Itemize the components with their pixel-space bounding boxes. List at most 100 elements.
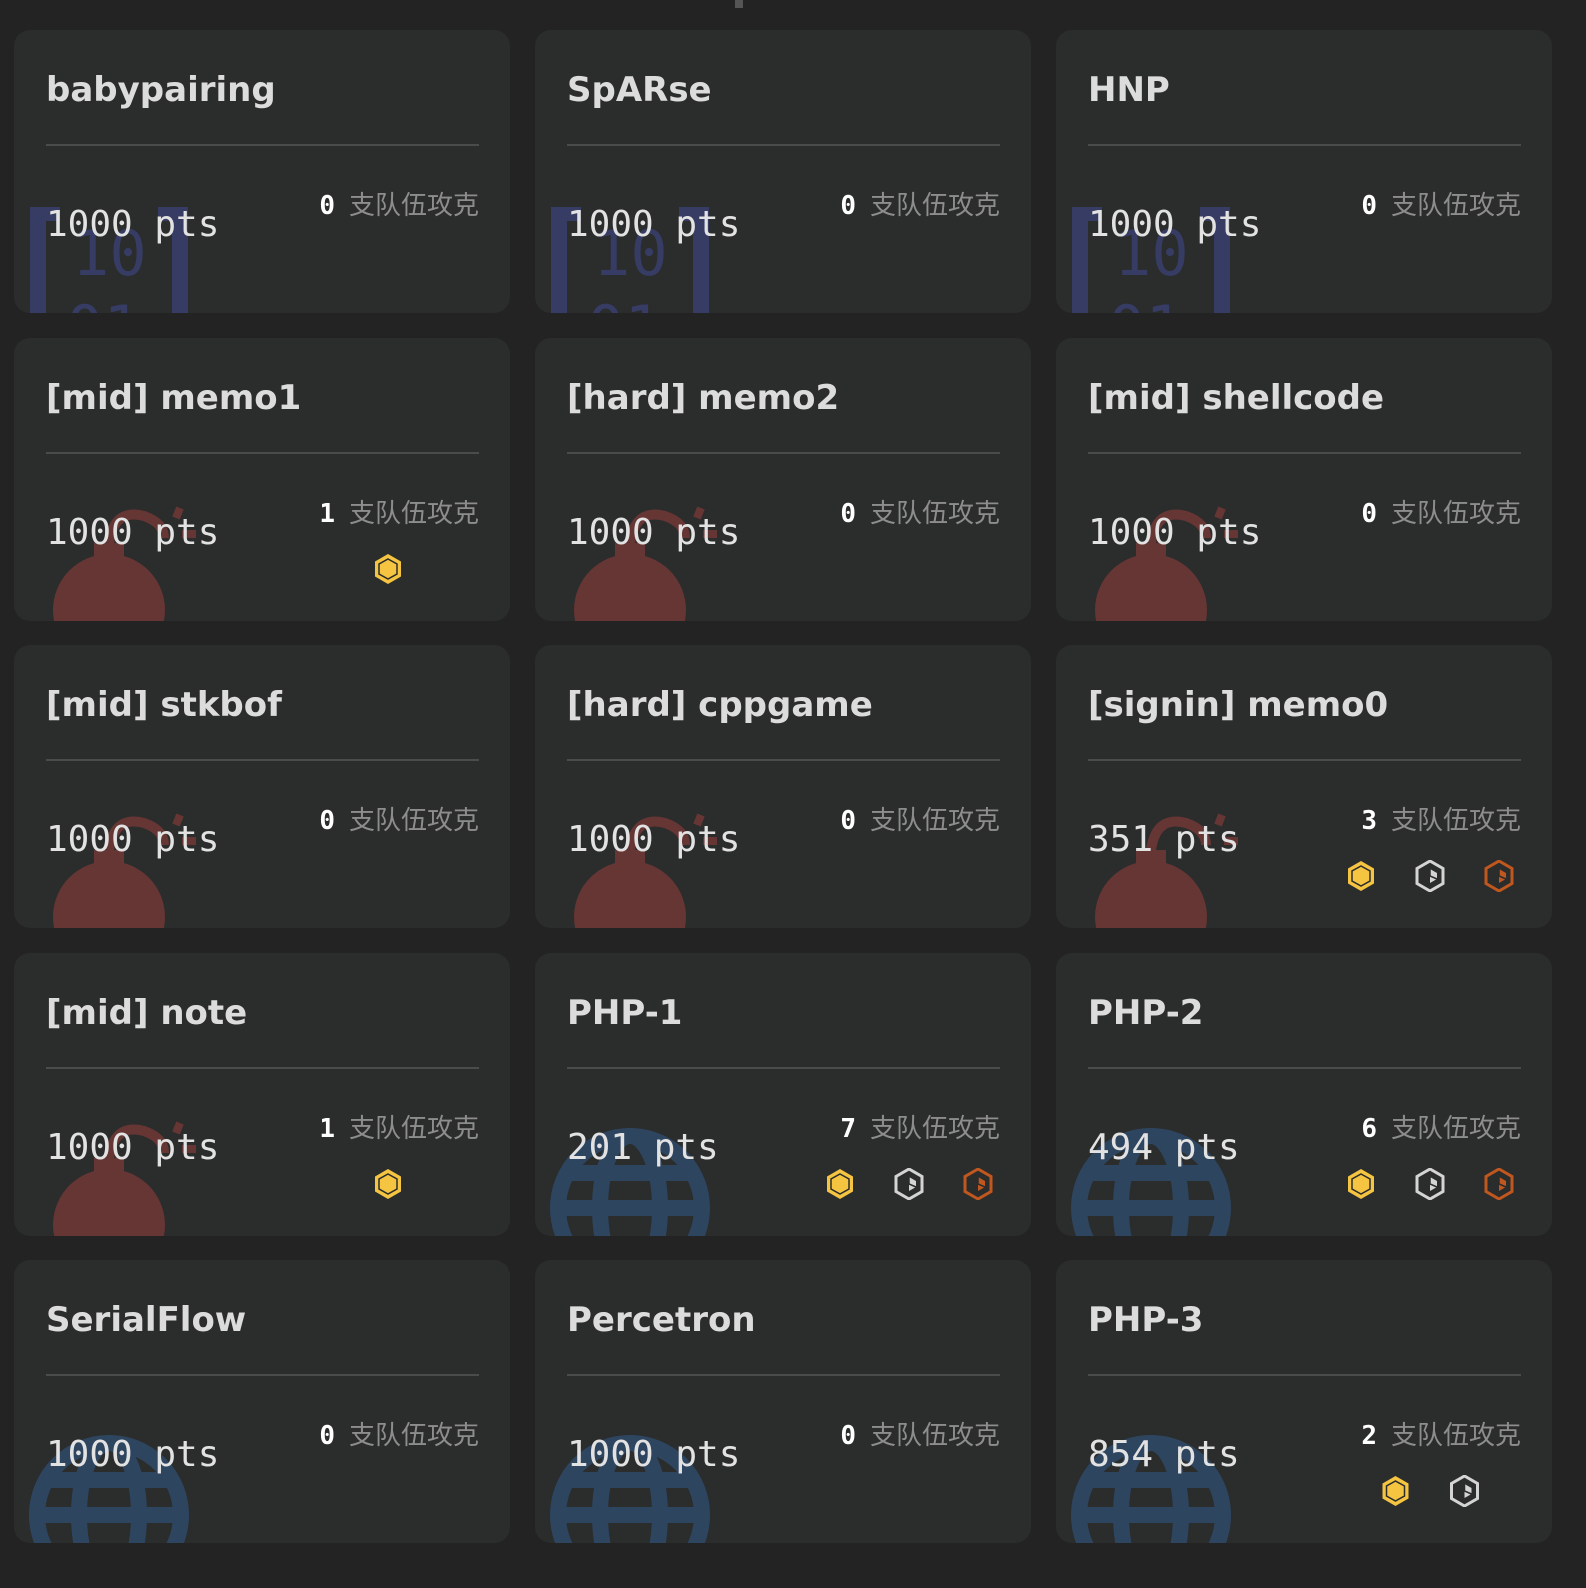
gold-medal-icon (1346, 860, 1376, 896)
gold-medal-icon (1381, 1475, 1411, 1511)
divider (46, 1374, 479, 1376)
solve-count-label: 支队伍攻克 (348, 1421, 479, 1451)
challenge-card[interactable]: [hard] memo2 1000 pts 0 支队伍攻克 (535, 338, 1031, 621)
solve-count: 0 支队伍攻克 (840, 185, 1000, 222)
solve-count-label: 支队伍攻克 (869, 1114, 1000, 1144)
challenge-points: 1000 pts (46, 1127, 220, 1168)
challenge-card[interactable]: PHP-2 494 pts 6 支队伍攻克 (1056, 953, 1552, 1236)
solve-count-label: 支队伍攻克 (1390, 806, 1521, 836)
bronze-medal-icon (1484, 859, 1514, 896)
medal-list (825, 1167, 993, 1204)
solve-count-label: 支队伍攻克 (348, 499, 479, 529)
gold-medal-icon (373, 553, 403, 589)
solve-count: 1 支队伍攻克 (319, 493, 479, 530)
svg-text:01: 01 (587, 292, 662, 313)
challenge-points: 494 pts (1088, 1127, 1240, 1168)
divider (1088, 144, 1521, 146)
solve-count-number: 0 (319, 191, 335, 221)
challenge-title: PHP-3 (1088, 1300, 1204, 1340)
challenge-card[interactable]: SerialFlow 1000 pts 0 支队伍攻克 (14, 1260, 510, 1543)
medal-list (1381, 1474, 1480, 1511)
divider (46, 144, 479, 146)
challenge-title: babypairing (46, 70, 276, 110)
solve-count-label: 支队伍攻克 (1390, 1114, 1521, 1144)
silver-medal-icon (1450, 1474, 1480, 1511)
challenge-title: [hard] memo2 (567, 378, 840, 418)
bronze-medal-icon (963, 1167, 993, 1204)
divider (567, 1374, 1000, 1376)
challenge-card[interactable]: [hard] cppgame 1000 pts 0 支队伍攻克 (535, 645, 1031, 928)
challenge-points: 1000 pts (46, 1434, 220, 1475)
challenge-title: [mid] memo1 (46, 378, 302, 418)
challenge-card[interactable]: 1001 babypairing 1000 pts 0支队伍攻克 (14, 30, 510, 313)
challenge-card[interactable]: [mid] note 1000 pts 1 支队伍攻克 (14, 953, 510, 1236)
challenge-points: 1000 pts (46, 512, 220, 553)
divider (1088, 452, 1521, 454)
challenge-title: [mid] note (46, 993, 248, 1033)
solve-count-label: 支队伍攻克 (348, 1114, 479, 1144)
challenge-card[interactable]: [mid] stkbof 1000 pts 0 支队伍攻克 (14, 645, 510, 928)
challenge-title: PHP-1 (567, 993, 683, 1033)
challenge-card[interactable]: PHP-3 854 pts 2 支队伍攻克 (1056, 1260, 1552, 1543)
solve-count: 3 支队伍攻克 (1361, 800, 1521, 837)
solve-count-label: 支队伍攻克 (869, 806, 1000, 836)
silver-medal-icon (1415, 1167, 1445, 1204)
challenge-card[interactable]: 1001 SpARse 1000 pts 0支队伍攻克 (535, 30, 1031, 313)
challenge-card[interactable]: 1001 HNP 1000 pts 0支队伍攻克 (1056, 30, 1552, 313)
divider (1088, 1374, 1521, 1376)
solve-count-number: 1 (319, 1114, 335, 1144)
scrollbar-thumb[interactable] (735, 0, 743, 8)
solve-count-label: 支队伍攻克 (1390, 191, 1521, 221)
solve-count-label: 支队伍攻克 (869, 191, 1000, 221)
challenge-card[interactable]: Percetron 1000 pts 0 支队伍攻克 (535, 1260, 1031, 1543)
challenge-points: 1000 pts (567, 819, 741, 860)
challenge-title: SerialFlow (46, 1300, 247, 1340)
solve-count: 0 支队伍攻克 (319, 800, 479, 837)
silver-medal-icon (1415, 859, 1445, 896)
divider (46, 452, 479, 454)
divider (1088, 759, 1521, 761)
solve-count-label: 支队伍攻克 (869, 1421, 1000, 1451)
divider (46, 759, 479, 761)
challenge-title: Percetron (567, 1300, 756, 1340)
challenge-card[interactable]: [signin] memo0 351 pts 3 支队伍攻克 (1056, 645, 1552, 928)
divider (567, 452, 1000, 454)
gold-medal-icon (1346, 1168, 1376, 1204)
solve-count-number: 2 (1361, 1421, 1377, 1451)
solve-count-number: 0 (840, 1421, 856, 1451)
challenge-card[interactable]: PHP-1 201 pts 7 支队伍攻克 (535, 953, 1031, 1236)
challenge-title: [hard] cppgame (567, 685, 873, 725)
solve-count-number: 6 (1361, 1114, 1377, 1144)
challenge-points: 1000 pts (567, 204, 741, 245)
challenge-points: 1000 pts (46, 819, 220, 860)
challenge-title: [mid] shellcode (1088, 378, 1385, 418)
solve-count: 0 支队伍攻克 (840, 800, 1000, 837)
solve-count-number: 3 (1361, 806, 1377, 836)
solve-count-number: 1 (319, 499, 335, 529)
solve-count-number: 0 (840, 499, 856, 529)
solve-count: 0 支队伍攻克 (1361, 185, 1521, 222)
solve-count-number: 0 (840, 191, 856, 221)
solve-count: 2 支队伍攻克 (1361, 1415, 1521, 1452)
challenge-card[interactable]: [mid] shellcode 1000 pts 0 支队伍攻克 (1056, 338, 1552, 621)
solve-count-label: 支队伍攻克 (348, 806, 479, 836)
solve-count-label: 支队伍攻克 (1390, 1421, 1521, 1451)
solve-count-number: 0 (1361, 499, 1377, 529)
divider (567, 1067, 1000, 1069)
challenge-points: 1000 pts (46, 204, 220, 245)
solve-count: 6 支队伍攻克 (1361, 1108, 1521, 1145)
divider (567, 144, 1000, 146)
solve-count: 7 支队伍攻克 (840, 1108, 1000, 1145)
solve-count-label: 支队伍攻克 (1390, 499, 1521, 529)
challenge-points: 1000 pts (1088, 512, 1262, 553)
silver-medal-icon (894, 1167, 924, 1204)
solve-count: 0 支队伍攻克 (319, 1415, 479, 1452)
svg-text:01: 01 (1108, 292, 1183, 313)
svg-text:01: 01 (66, 292, 141, 313)
solve-count: 0 支队伍攻克 (319, 185, 479, 222)
challenge-points: 1000 pts (1088, 204, 1262, 245)
medal-list (1346, 859, 1514, 896)
medal-list (373, 553, 403, 589)
solve-count-label: 支队伍攻克 (348, 191, 479, 221)
challenge-card[interactable]: [mid] memo1 1000 pts 1 支队伍攻克 (14, 338, 510, 621)
